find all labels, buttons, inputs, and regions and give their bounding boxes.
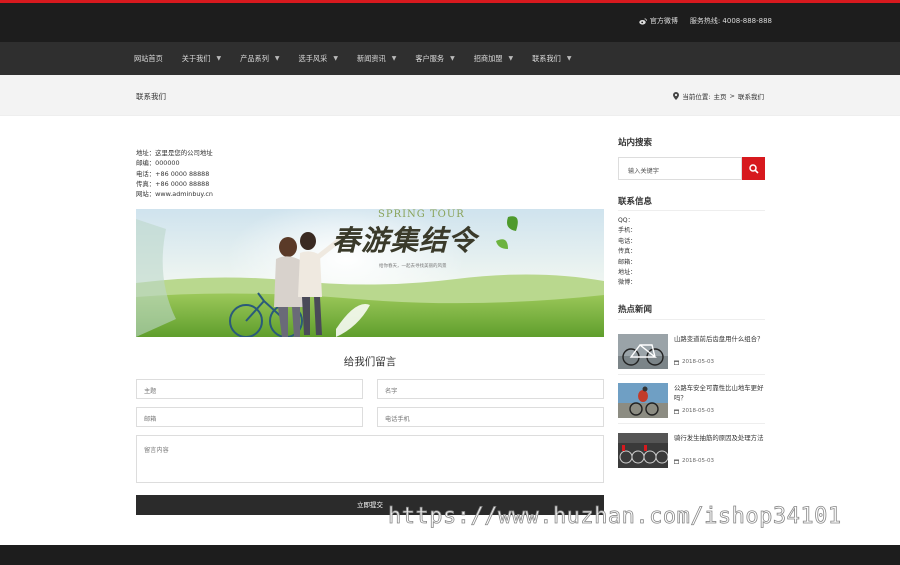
nav-item[interactable]: 网站首页: [134, 54, 163, 64]
banner-sub-text: 给你春天，一起去寻找美丽的风景: [379, 264, 447, 269]
news-date-text: 2018-05-03: [682, 458, 714, 464]
page-title: 联系我们: [136, 92, 166, 101]
site-search: 输入关键字: [618, 157, 765, 180]
footer: [0, 545, 900, 565]
search-title: 站内搜索: [618, 138, 653, 148]
nav-item[interactable]: 关于我们 ▼: [182, 54, 221, 64]
info-item: 邮箱：: [618, 258, 637, 266]
nav-item[interactable]: 招商加盟 ▼: [474, 54, 513, 64]
info-item: 传真：: [618, 248, 637, 256]
contact-address: 地址：这里是您的公司地址: [136, 149, 213, 157]
nav-item[interactable]: 选手风采 ▼: [299, 54, 338, 64]
search-input[interactable]: 输入关键字: [618, 157, 742, 180]
breadcrumb: 当前位置: 主页 > 联系我们: [673, 91, 764, 101]
nav-item[interactable]: 联系我们 ▼: [532, 54, 571, 64]
nav-item-label: 选手风采: [298, 53, 328, 63]
contact-phone: 电话：+86 0000 88888: [136, 169, 210, 178]
news-thumbnail[interactable]: [618, 334, 668, 369]
main-nav: 网站首页 关于我们 ▼ 产品系列 ▼ 选手风采 ▼ 新闻资讯 ▼ 客户服务 ▼ 招商加盟 ▼ 联系我们 ▼: [0, 42, 900, 75]
calendar-icon: [674, 459, 679, 464]
contact-postcode: 邮编：000000: [136, 159, 180, 168]
news-title-link[interactable]: 骑行发生抽筋的原因及处理方法: [674, 433, 764, 443]
nav-item-label: 产品系列: [240, 53, 269, 63]
news-date-text: 2018-05-03: [682, 408, 714, 414]
top-bar: 官方微博 服务热线: 4008-888-888: [0, 3, 900, 42]
breadcrumb-label: 当前位置:: [682, 93, 711, 101]
calendar-icon: [674, 360, 679, 365]
search-button[interactable]: [742, 157, 765, 180]
hotline: 服务热线: 4008-888-888: [689, 17, 772, 25]
caret-down-icon: ▼: [216, 55, 222, 62]
caret-down-icon: ▼: [566, 55, 572, 62]
news-date: 2018-05-03: [674, 458, 714, 464]
sidebar: 站内搜索 输入关键字 联系信息 QQ： 手机： 电话： 传真： 邮箱： 地址： 微博： 热点…: [618, 136, 765, 468]
news-thumbnail[interactable]: [618, 383, 668, 418]
nav-item[interactable]: 客户服务 ▼: [415, 54, 454, 64]
watermark-text: https://www.huzhan.com/ishop34101: [388, 504, 842, 530]
news-date: 2018-05-03: [674, 359, 714, 365]
nav-item-label: 客户服务: [415, 53, 445, 63]
caret-down-icon: ▼: [391, 55, 397, 62]
weibo-label: 官方微博: [649, 17, 678, 25]
weibo-icon: [639, 17, 647, 25]
breadcrumb-current: 联系我们: [738, 93, 764, 101]
info-title: 联系信息: [618, 197, 653, 207]
info-divider: [618, 210, 765, 211]
nav-item-label: 联系我们: [532, 53, 561, 63]
news-thumbnail[interactable]: [618, 433, 668, 468]
nav-item-label: 招商加盟: [473, 53, 503, 63]
caret-down-icon: ▼: [274, 55, 280, 62]
news-item[interactable]: 公路车安全可靠性比山地车更好吗？ 2018-05-03: [618, 377, 765, 424]
news-item[interactable]: 骑行发生抽筋的原因及处理方法 2018-05-03: [618, 427, 765, 474]
spring-tour-banner: SPRING TOUR 春游集结令 给你春天，一起去寻找美丽的风景: [136, 209, 604, 337]
info-item: 电话：: [618, 237, 637, 245]
contact-details: 地址：这里是您的公司地址 邮编：000000 电话：+86 0000 88888…: [136, 148, 604, 199]
info-item: 地址：: [618, 269, 637, 277]
nav-item[interactable]: 产品系列 ▼: [240, 54, 279, 64]
news-date: 2018-05-03: [674, 408, 714, 414]
caret-down-icon: ▼: [450, 55, 455, 62]
message-textarea[interactable]: 留言内容: [136, 435, 604, 483]
caret-down-icon: ▼: [333, 55, 338, 62]
info-item: QQ：: [618, 217, 634, 224]
main-content: 地址：这里是您的公司地址 邮编：000000 电话：+86 0000 88888…: [136, 148, 604, 515]
nav-item[interactable]: 新闻资讯 ▼: [357, 54, 396, 64]
contact-fax: 传真：+86 0000 88888: [136, 179, 210, 188]
nav-item-label: 关于我们: [181, 53, 211, 63]
nav-item-label: 网站首页: [134, 53, 163, 63]
news-item[interactable]: 山路变道前后齿盘用什么组合？ 2018-05-03: [618, 328, 765, 375]
location-pin-icon: [673, 92, 680, 100]
info-list: QQ： 手机： 电话： 传真： 邮箱： 地址： 微博：: [618, 216, 636, 289]
breadcrumb-home[interactable]: 主页: [714, 91, 727, 101]
news-title: 热点新闻: [618, 305, 653, 315]
search-icon: [748, 163, 759, 174]
news-date-text: 2018-05-03: [682, 359, 714, 365]
banner-cn-text: 春游集结令: [332, 224, 478, 257]
breadcrumb-bar: 联系我们 当前位置: 主页 > 联系我们: [0, 75, 900, 116]
weibo-link[interactable]: 官方微博: [639, 16, 678, 26]
subject-input[interactable]: 主题: [136, 379, 363, 399]
caret-down-icon: ▼: [508, 55, 514, 62]
calendar-icon: [674, 409, 679, 414]
email-input[interactable]: 邮箱: [136, 407, 363, 427]
info-item: 手机：: [618, 227, 637, 235]
news-divider: [618, 319, 765, 320]
contact-website: 网站：www.adminbuy.cn: [136, 190, 213, 199]
news-title-link[interactable]: 山路变道前后齿盘用什么组合？: [674, 334, 764, 344]
nav-item-label: 新闻资讯: [356, 53, 386, 63]
breadcrumb-separator: >: [729, 92, 735, 100]
news-title-link[interactable]: 公路车安全可靠性比山地车更好吗？: [674, 383, 764, 403]
name-input[interactable]: 名字: [377, 379, 604, 399]
info-item: 微博：: [618, 279, 637, 287]
phone-input[interactable]: 电话手机: [377, 407, 604, 427]
form-title: 给我们留言: [343, 356, 397, 368]
